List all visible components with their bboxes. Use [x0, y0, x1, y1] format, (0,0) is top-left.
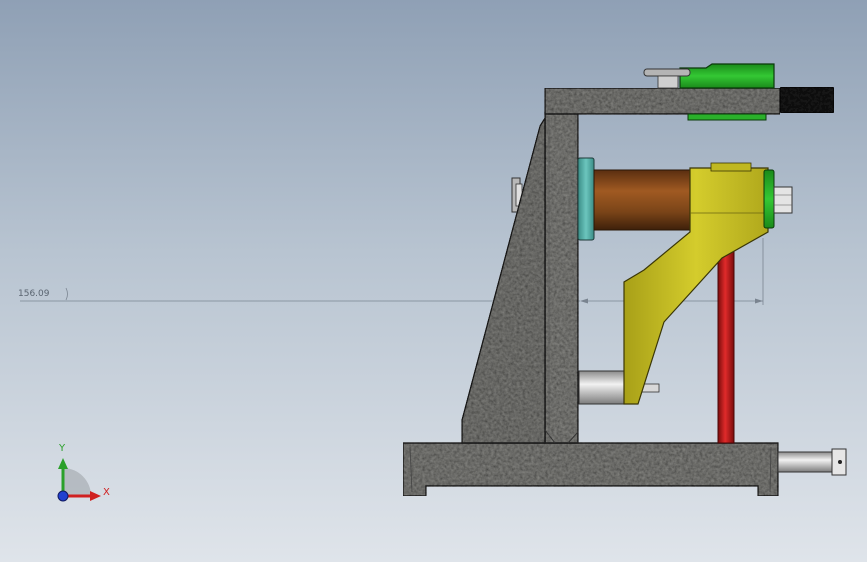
black-handle[interactable] — [779, 86, 835, 114]
triad-plane — [63, 468, 91, 496]
base-pin[interactable] — [777, 448, 847, 476]
support-rod[interactable] — [717, 247, 735, 444]
triad-y-arrow — [58, 458, 68, 469]
triad-x-label: X — [103, 487, 110, 498]
triad-z-axis — [57, 490, 69, 502]
triad-y-label: Y — [59, 443, 66, 454]
triad-x-arrow — [90, 491, 101, 501]
arm-green-washer[interactable] — [763, 169, 775, 229]
assembly-model[interactable] — [0, 0, 867, 562]
bushing-cylinder[interactable] — [593, 169, 699, 231]
arm-nut[interactable] — [773, 186, 793, 214]
dimension-value[interactable]: 156.09 — [18, 289, 50, 299]
cad-viewport[interactable]: 156.09 Y X — [0, 0, 867, 562]
coordinate-triad[interactable] — [57, 458, 101, 502]
teal-collar[interactable] — [577, 157, 595, 241]
